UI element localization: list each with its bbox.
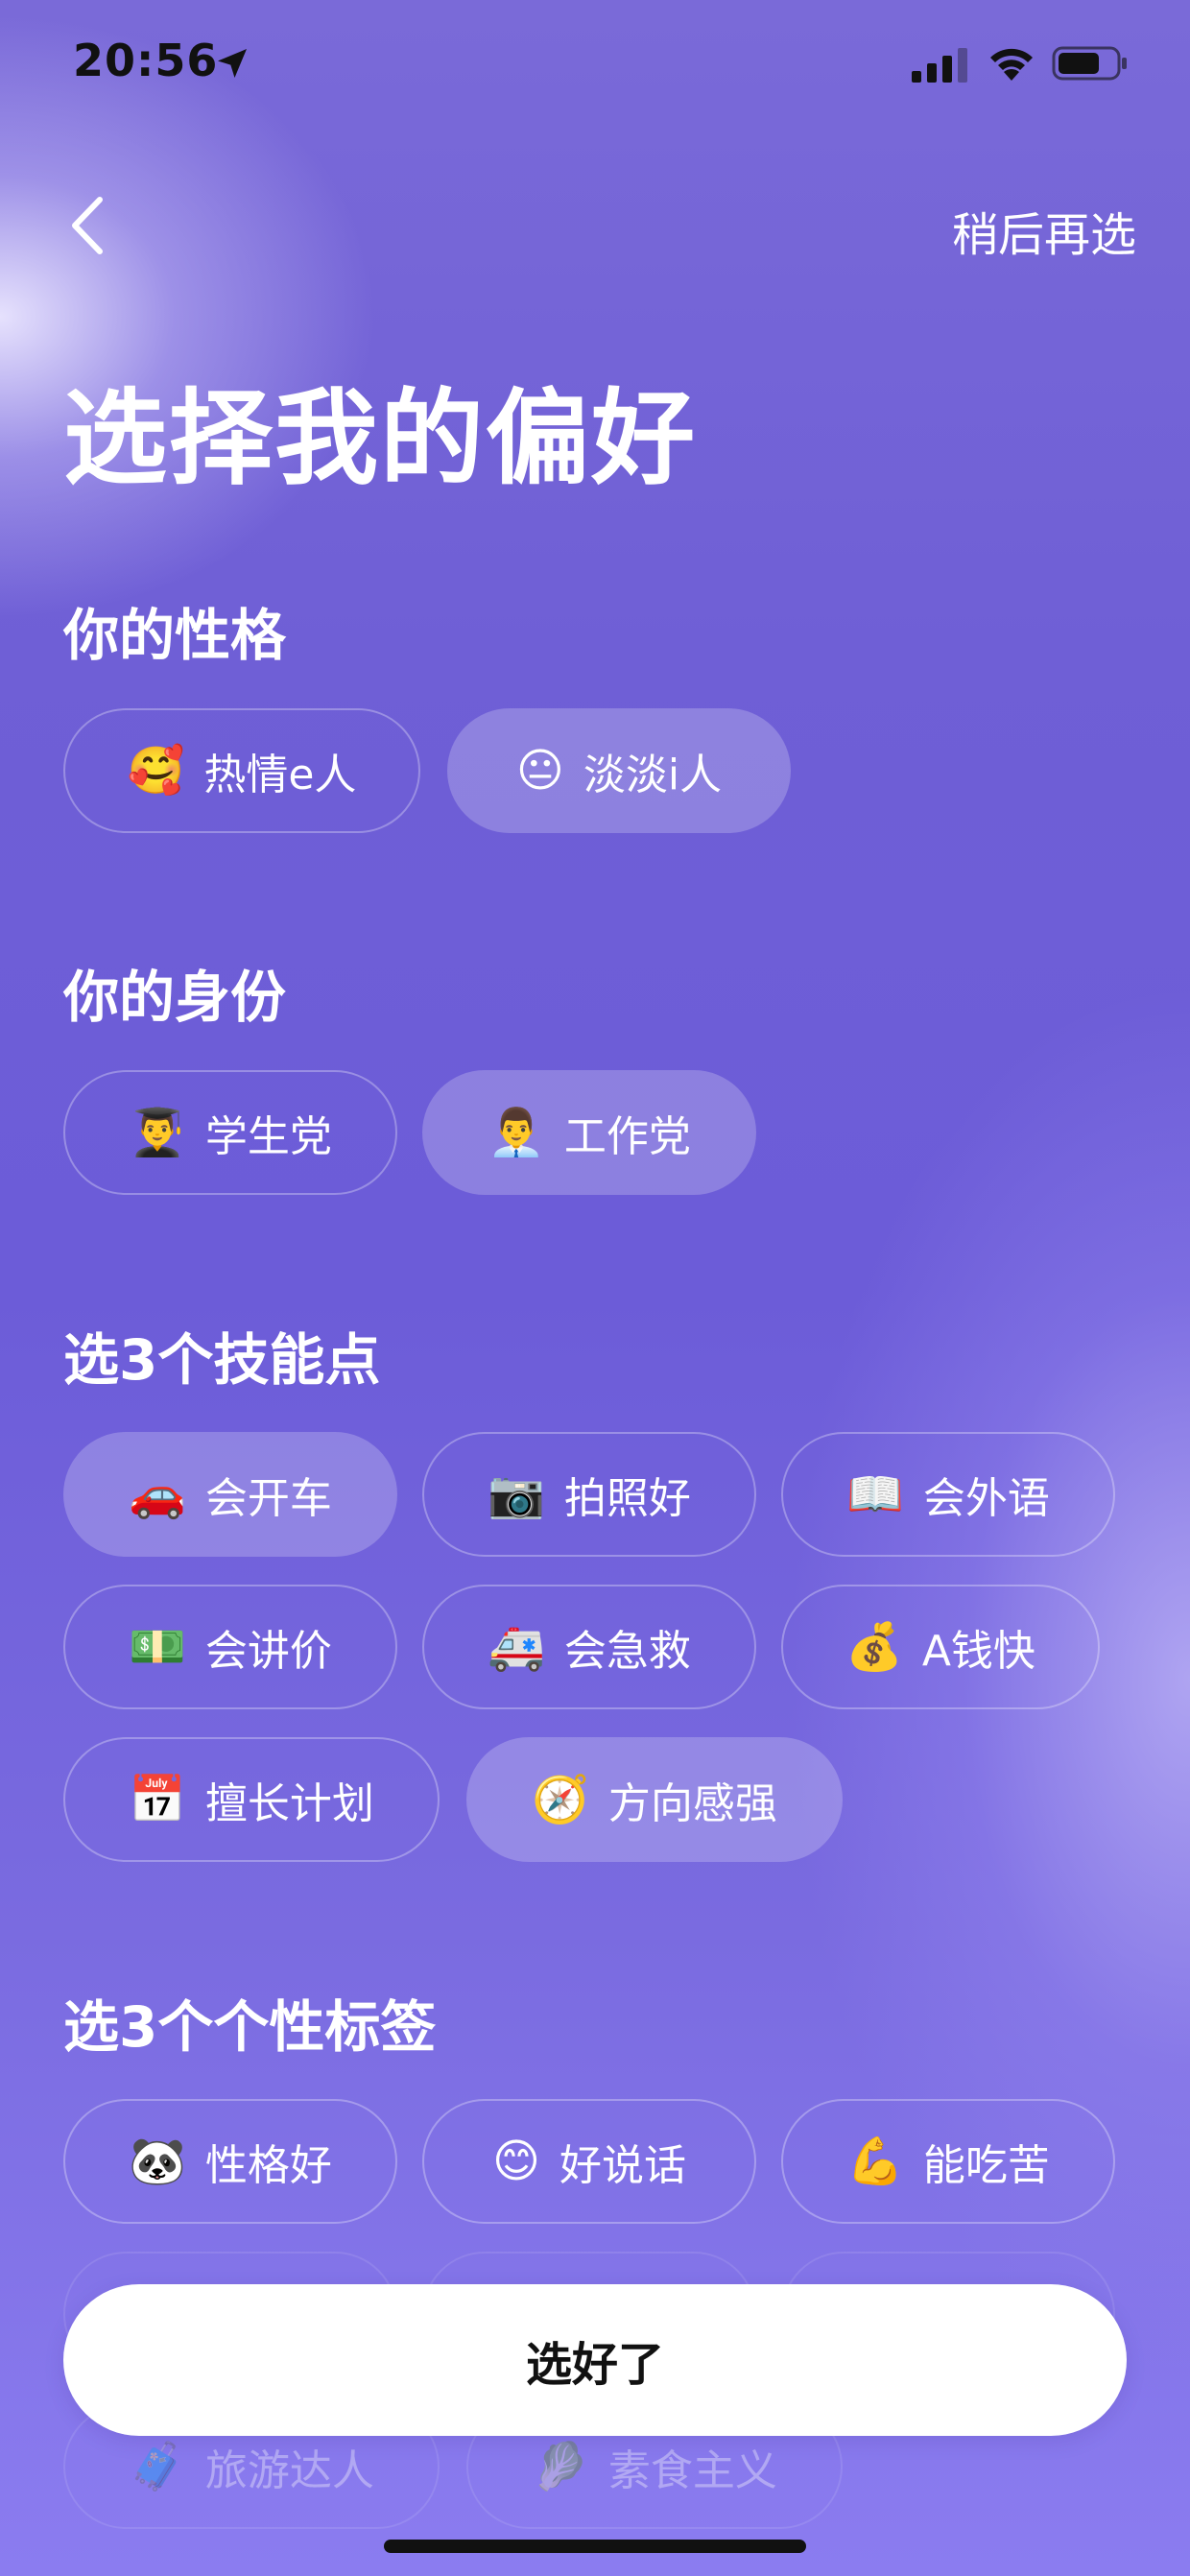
ambulance-icon: 🚑: [488, 1620, 545, 1674]
option-label: 旅游达人: [204, 2446, 374, 2495]
done-button[interactable]: 选好了: [63, 2284, 1127, 2436]
option-label: 好说话: [559, 2141, 687, 2190]
smiling-face-icon: 😊: [491, 2135, 541, 2188]
option-identity-1[interactable]: 👨‍💼 工作党: [422, 1070, 756, 1195]
page-title: 选择我的偏好: [63, 379, 698, 499]
option-label: 能吃苦: [922, 2141, 1050, 2190]
location-arrow-icon: [218, 49, 247, 78]
leafy-green-icon: 🥬: [532, 2440, 589, 2493]
calendar-icon: 📅: [129, 1773, 186, 1826]
cellular-signal-icon: [912, 48, 967, 83]
luggage-icon: 🧳: [129, 2440, 186, 2493]
option-label: 会讲价: [204, 1627, 332, 1676]
section-title-identity: 你的身份: [63, 965, 287, 1030]
option-label: 工作党: [563, 1112, 691, 1161]
status-bar: 20:56: [0, 0, 1190, 125]
option-personality-1[interactable]: 😐 淡淡i人: [447, 708, 791, 833]
option-skill-6[interactable]: 📅 擅长计划: [63, 1737, 440, 1862]
home-indicator: [384, 2540, 806, 2553]
status-time: 20:56: [73, 35, 219, 86]
section-title-skills: 选3个技能点: [63, 1327, 381, 1393]
option-skill-0[interactable]: 🚗 会开车: [63, 1432, 397, 1557]
option-label: 淡淡i人: [583, 751, 723, 799]
option-label: 学生党: [204, 1112, 332, 1161]
smiling-face-hearts-icon: 🥰: [127, 744, 185, 798]
section-title-tags: 选3个个性标签: [63, 1994, 437, 2060]
option-skill-4[interactable]: 🚑 会急救: [422, 1585, 756, 1709]
office-worker-icon: 👨‍💼: [488, 1106, 545, 1159]
option-tag-1[interactable]: 😊 好说话: [422, 2099, 756, 2224]
panda-icon: 🐼: [129, 2135, 186, 2188]
option-label: 擅长计划: [204, 1779, 374, 1828]
back-chevron-icon[interactable]: [61, 192, 119, 259]
banknote-icon: 💵: [129, 1620, 186, 1674]
option-label: 素食主义: [607, 2446, 777, 2495]
option-label: 会外语: [922, 1474, 1050, 1523]
choose-later-button[interactable]: 稍后再选: [952, 197, 1136, 264]
option-skill-5[interactable]: 💰 A钱快: [781, 1585, 1100, 1709]
option-label: 拍照好: [563, 1474, 691, 1523]
option-label: 会开车: [204, 1474, 332, 1523]
flexed-biceps-icon: 💪: [846, 2135, 904, 2188]
option-label: 热情e人: [203, 751, 357, 799]
option-personality-0[interactable]: 🥰 热情e人: [63, 708, 420, 833]
option-label: 性格好: [204, 2141, 332, 2190]
option-skill-2[interactable]: 📖 会外语: [781, 1432, 1115, 1557]
option-tag-2[interactable]: 💪 能吃苦: [781, 2099, 1115, 2224]
camera-icon: 📷: [488, 1467, 545, 1521]
neutral-face-icon: 😐: [515, 744, 564, 798]
student-icon: 👨‍🎓: [129, 1106, 186, 1159]
compass-icon: 🧭: [532, 1773, 589, 1826]
wifi-icon: [990, 48, 1033, 81]
option-identity-0[interactable]: 👨‍🎓 学生党: [63, 1070, 397, 1195]
open-book-icon: 📖: [846, 1467, 904, 1521]
option-skill-3[interactable]: 💵 会讲价: [63, 1585, 397, 1709]
option-label: 方向感强: [607, 1779, 777, 1828]
car-icon: 🚗: [129, 1467, 186, 1521]
money-bag-icon: 💰: [845, 1620, 903, 1674]
option-label: 会急救: [563, 1627, 691, 1676]
option-skill-1[interactable]: 📷 拍照好: [422, 1432, 756, 1557]
section-title-personality: 你的性格: [63, 603, 287, 668]
battery-icon: [1052, 46, 1127, 81]
option-label: A钱快: [921, 1627, 1035, 1676]
option-tag-0[interactable]: 🐼 性格好: [63, 2099, 397, 2224]
option-skill-7[interactable]: 🧭 方向感强: [466, 1737, 843, 1862]
